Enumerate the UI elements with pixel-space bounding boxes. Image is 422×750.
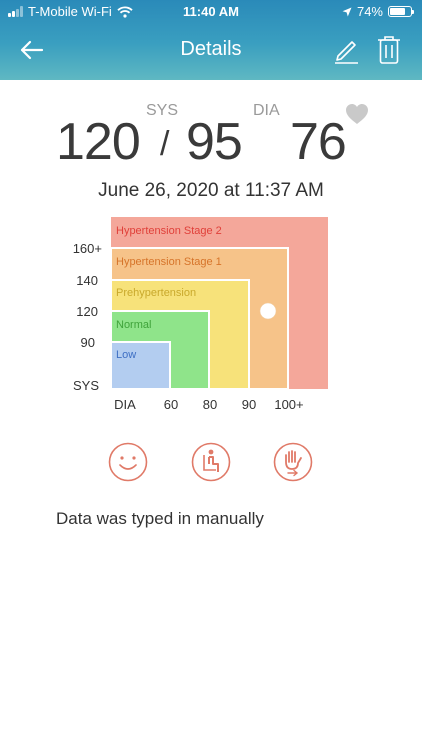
battery-percent: 74% [356,4,383,19]
y-tick-120: 120 [76,304,98,319]
systolic-value: 120 [56,113,141,171]
status-bar: T-Mobile Wi-Fi 11:40 AM 74% [0,0,422,22]
x-tick-100: 100+ [274,397,303,412]
reading-separator: / [160,125,170,163]
heart-icon [346,104,368,124]
zone-label-normal: Normal [116,319,151,331]
systolic-label: SYS [146,102,179,119]
zone-label-hypertension-stage-2: Hypertension Stage 2 [116,225,222,237]
bp-zone-chart: Hypertension Stage 2 Hypertension Stage … [73,217,328,412]
status-right: 74% [342,4,414,19]
battery-fill [390,8,405,15]
zone-label-prehypertension: Prehypertension [116,287,196,299]
measurement-date: June 26, 2020 at 11:37 AM [98,180,324,201]
battery-icon [388,6,414,17]
app-header: T-Mobile Wi-Fi 11:40 AM 74% Details [0,0,422,80]
diastolic-value: 95 [186,113,243,171]
zone-label-hypertension-stage-1: Hypertension Stage 1 [116,256,222,268]
x-tick-90: 90 [242,397,256,412]
trash-icon[interactable] [376,35,402,65]
smiley-face-icon[interactable] [108,442,148,482]
data-source-note: Data was typed in manually [56,509,264,528]
y-tick-160: 160+ [73,241,102,256]
seated-person-icon[interactable] [191,442,231,482]
x-tick-60: 60 [164,397,178,412]
pulse-value: 76 [290,113,347,171]
y-tick-90: 90 [81,335,95,350]
x-tick-80: 80 [203,397,217,412]
y-axis-label-sys: SYS [73,378,99,393]
edit-pencil-icon[interactable] [332,36,360,64]
diastolic-label: DIA [253,102,280,119]
reading-point-marker [259,302,277,320]
location-arrow-icon [342,7,352,16]
y-tick-140: 140 [76,273,98,288]
zone-label-low: Low [116,349,136,361]
x-axis-label-dia: DIA [114,397,136,412]
hand-arrow-icon[interactable] [273,442,313,482]
